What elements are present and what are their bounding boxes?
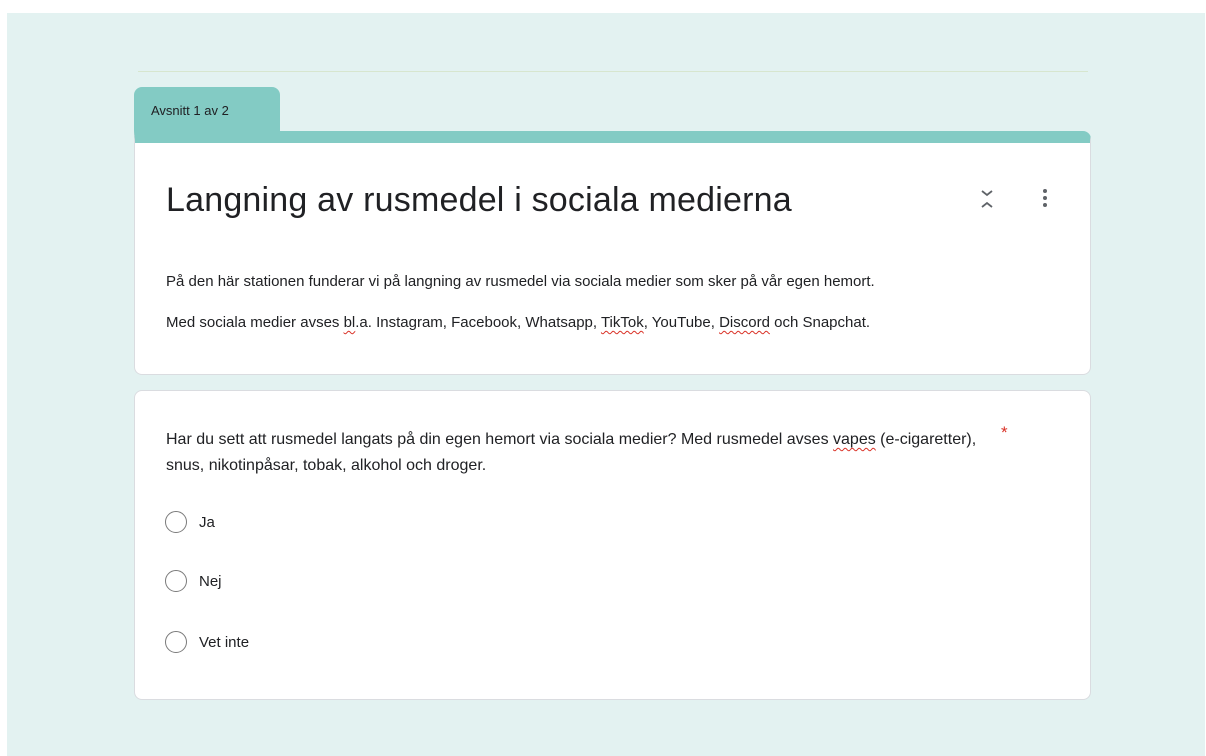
option-ja[interactable]: Ja xyxy=(165,509,215,535)
form-description-line-2: Med sociala medier avses bl.a. Instagram… xyxy=(166,314,871,331)
section-tab: Avsnitt 1 av 2 xyxy=(134,87,280,135)
option-label: Ja xyxy=(199,513,215,531)
option-label: Vet inte xyxy=(199,633,250,651)
question-text: Har du sett att rusmedel langats på din … xyxy=(166,431,977,474)
more-options-button[interactable] xyxy=(1033,185,1057,213)
required-asterisk: * xyxy=(1001,423,1008,442)
collapse-chevrons-icon xyxy=(981,190,993,208)
spellcheck-word: vapes xyxy=(833,431,876,448)
option-vet-inte[interactable]: Vet inte xyxy=(165,629,249,655)
spellcheck-word: Discord xyxy=(719,314,770,331)
question-card: Har du sett att rusmedel langats på din … xyxy=(134,390,1091,700)
more-vert-icon xyxy=(1043,189,1047,207)
radio-button[interactable] xyxy=(165,511,187,533)
top-divider xyxy=(138,71,1088,72)
form-title: Langning av rusmedel i sociala medierna xyxy=(166,181,792,219)
spellcheck-word: TikTok xyxy=(600,314,644,331)
spellcheck-word: bl xyxy=(343,314,356,331)
section-tab-label: Avsnitt 1 av 2 xyxy=(151,103,229,118)
option-label: Nej xyxy=(199,572,222,590)
title-card: Langning av rusmedel i sociala medierna … xyxy=(134,131,1091,375)
collapse-section-button[interactable] xyxy=(973,185,1001,213)
radio-button[interactable] xyxy=(165,570,187,592)
form-description-line-1: På den här stationen funderar vi på lang… xyxy=(166,273,875,290)
option-nej[interactable]: Nej xyxy=(165,568,222,594)
radio-button[interactable] xyxy=(165,631,187,653)
